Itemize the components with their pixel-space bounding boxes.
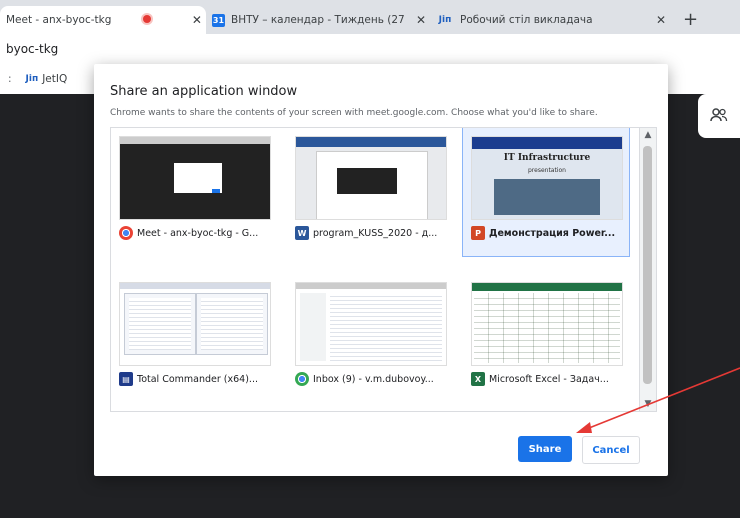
window-label: Демонстрация Power... bbox=[489, 227, 616, 239]
window-label: Meet - anx-byoc-tkg - G... bbox=[137, 227, 259, 239]
close-icon[interactable]: ✕ bbox=[412, 13, 430, 27]
scroll-up-icon[interactable]: ▲ bbox=[640, 130, 656, 140]
window-list: Meet - anx-byoc-tkg - G... W program_KUS… bbox=[110, 127, 640, 412]
window-label: program_KUSS_2020 - д... bbox=[313, 227, 438, 239]
dialog-subtitle: Chrome wants to share the contents of yo… bbox=[110, 108, 598, 118]
window-item-powerpoint[interactable]: IT Infrastructure presentation P Демонст… bbox=[462, 128, 630, 257]
excel-icon: X bbox=[471, 372, 485, 386]
tab-jetiq[interactable]: Jіп Робочий стіл викладача ✕ bbox=[430, 6, 676, 34]
window-item-excel[interactable]: X Microsoft Excel - Задач... bbox=[463, 274, 629, 402]
slide-title: IT Infrastructure bbox=[503, 153, 591, 163]
jetiq-icon: Jіп bbox=[438, 15, 452, 25]
word-icon: W bbox=[295, 226, 309, 240]
powerpoint-icon: P bbox=[471, 226, 485, 240]
window-label: Inbox (9) - v.m.dubovoy... bbox=[313, 373, 434, 385]
bookmark-jetiq[interactable]: JetIQ bbox=[42, 73, 67, 85]
total-commander-icon: ▤ bbox=[119, 372, 133, 386]
window-thumbnail: IT Infrastructure presentation bbox=[471, 136, 623, 220]
close-icon[interactable]: ✕ bbox=[652, 13, 670, 27]
tab-title: ВНТУ – календар - Тиждень (27 bbox=[231, 14, 405, 26]
scrollbar[interactable]: ▲ ▼ bbox=[639, 127, 657, 412]
apps-icon[interactable]: : bbox=[8, 73, 12, 85]
scroll-down-icon[interactable]: ▼ bbox=[640, 399, 656, 409]
tab-calendar[interactable]: 31 ВНТУ – календар - Тиждень (27 ✕ bbox=[206, 6, 430, 34]
people-icon bbox=[710, 108, 728, 122]
window-thumbnail bbox=[471, 282, 623, 366]
tab-title: Робочий стіл викладача bbox=[460, 14, 593, 26]
share-dialog: Share an application window Chrome wants… bbox=[94, 64, 668, 476]
scrollbar-thumb[interactable] bbox=[643, 146, 652, 384]
window-item-inbox[interactable]: Inbox (9) - v.m.dubovoy... bbox=[287, 274, 453, 402]
window-item-total-commander[interactable]: ▤ Total Commander (x64)... bbox=[111, 274, 277, 402]
window-thumbnail bbox=[295, 282, 447, 366]
close-icon[interactable]: ✕ bbox=[188, 13, 206, 27]
share-button[interactable]: Share bbox=[518, 436, 572, 462]
dialog-title: Share an application window bbox=[110, 84, 298, 99]
window-thumbnail bbox=[119, 136, 271, 220]
window-thumbnail bbox=[295, 136, 447, 220]
new-tab-button[interactable]: + bbox=[683, 9, 698, 30]
slide-subtitle: presentation bbox=[528, 167, 566, 174]
window-label: Microsoft Excel - Задач... bbox=[489, 373, 609, 385]
calendar-icon: 31 bbox=[212, 13, 225, 27]
window-item-word[interactable]: W program_KUSS_2020 - д... bbox=[287, 128, 453, 256]
tab-strip: Meet - anx-byoc-tkg ✕ 31 ВНТУ – календар… bbox=[0, 0, 740, 34]
tab-title: Meet - anx-byoc-tkg bbox=[6, 14, 112, 26]
jetiq-icon: Jіп bbox=[25, 74, 39, 84]
address-text: byoc-tkg bbox=[6, 42, 59, 56]
tab-meet[interactable]: Meet - anx-byoc-tkg ✕ bbox=[0, 6, 206, 34]
window-item-meet[interactable]: Meet - anx-byoc-tkg - G... bbox=[111, 128, 277, 256]
chrome-icon bbox=[119, 226, 133, 240]
people-button[interactable] bbox=[698, 94, 740, 138]
cancel-button[interactable]: Cancel bbox=[582, 436, 640, 464]
window-thumbnail bbox=[119, 282, 271, 366]
address-bar[interactable]: byoc-tkg bbox=[0, 34, 740, 65]
chrome-icon bbox=[295, 372, 309, 386]
recording-icon bbox=[142, 14, 151, 26]
window-label: Total Commander (x64)... bbox=[137, 373, 258, 385]
